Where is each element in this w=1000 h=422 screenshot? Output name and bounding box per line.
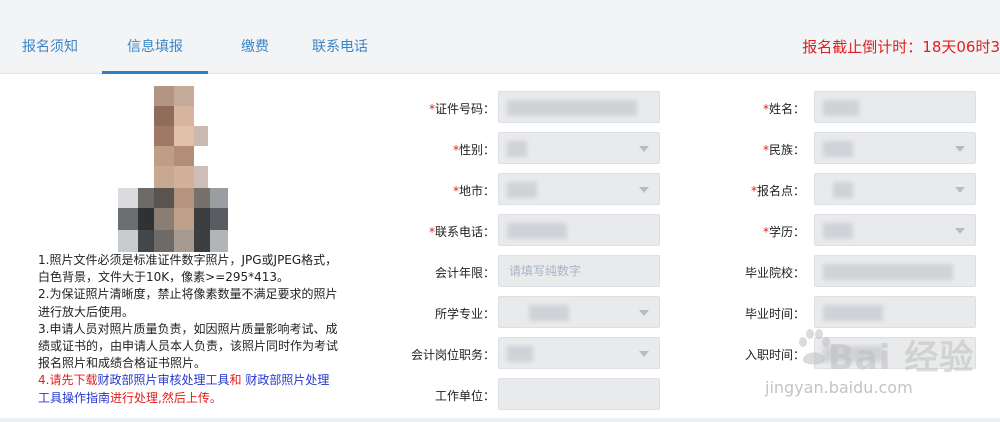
position-select[interactable] xyxy=(498,337,660,369)
note-4-text-3: 进行处理,然后上传。 xyxy=(110,390,222,405)
tab-info-fill[interactable]: 信息填报 xyxy=(102,22,208,74)
phone-label: *联系电话： xyxy=(428,225,495,239)
employer-input[interactable] xyxy=(498,378,660,410)
note-2: 2.为保证照片清晰度，禁止将像素数量不满足要求的照片进行放大后使用。 xyxy=(38,287,338,319)
phone-input[interactable] xyxy=(498,214,660,246)
top-strip xyxy=(0,0,1000,22)
city-select[interactable] xyxy=(498,173,660,205)
baidu-jingyan-watermark: Bai 经验 jingyan.baidu.com xyxy=(745,290,995,410)
note-4: 4.请先下载财政部照片审核处理工具和 财政部照片处理工具操作指南进行处理,然后上… xyxy=(38,372,338,406)
education-label: *学历： xyxy=(762,225,805,239)
major-select[interactable] xyxy=(498,296,660,328)
bottom-divider xyxy=(0,418,1000,422)
accounting-years-input[interactable]: 请填写纯数字 xyxy=(498,255,660,287)
note-1: 1.照片文件必须是标准证件数字照片，JPG或JPEG格式，白色背景，文件大于10… xyxy=(38,253,338,285)
major-label: 所学专业： xyxy=(434,307,495,321)
employer-label: 工作单位： xyxy=(434,389,495,403)
accounting-years-label: 会计年限： xyxy=(434,266,495,280)
tab-payment[interactable]: 缴费 xyxy=(225,22,285,74)
photo-requirements-notes: 1.照片文件必须是标准证件数字照片，JPG或JPEG格式，白色背景，文件大于10… xyxy=(38,252,338,407)
gender-label: *性别： xyxy=(452,143,495,157)
watermark-url: jingyan.baidu.com xyxy=(765,378,913,397)
gender-select[interactable] xyxy=(498,132,660,164)
ethnicity-label: *民族： xyxy=(762,143,805,157)
deadline-countdown: 报名截止倒计时：18天06时3 xyxy=(802,38,1000,56)
name-input[interactable] xyxy=(814,91,976,123)
ethnicity-select[interactable] xyxy=(814,132,976,164)
note-4-text-2: 和 xyxy=(229,373,246,388)
photo-tool-download-link[interactable]: 财政部照片审核处理工具 xyxy=(97,373,229,387)
watermark-brand: Bai 经验 xyxy=(828,338,975,378)
exam-site-label: *报名点： xyxy=(750,184,805,198)
id-photo[interactable] xyxy=(118,86,228,252)
id-number-input[interactable] xyxy=(498,91,660,123)
position-label: 会计岗位职务： xyxy=(410,348,495,362)
exam-site-select[interactable] xyxy=(814,173,976,205)
graduation-school-label: 毕业院校： xyxy=(744,266,805,280)
education-select[interactable] xyxy=(814,214,976,246)
tab-registration-notice[interactable]: 报名须知 xyxy=(0,22,100,74)
tab-contact-phone[interactable]: 联系电话 xyxy=(300,22,380,74)
note-4-text-1: 请先下载 xyxy=(49,373,98,388)
note-4-prefix: 4. xyxy=(38,373,50,388)
city-label: *地市： xyxy=(452,184,495,198)
graduation-school-input[interactable] xyxy=(814,255,976,287)
name-label: *姓名： xyxy=(762,102,805,116)
id-number-label: *证件号码： xyxy=(428,102,495,116)
note-3: 3.申请人员对照片质量负责，如因照片质量影响考试、成绩或证书的，由申请人员本人负… xyxy=(38,321,339,371)
